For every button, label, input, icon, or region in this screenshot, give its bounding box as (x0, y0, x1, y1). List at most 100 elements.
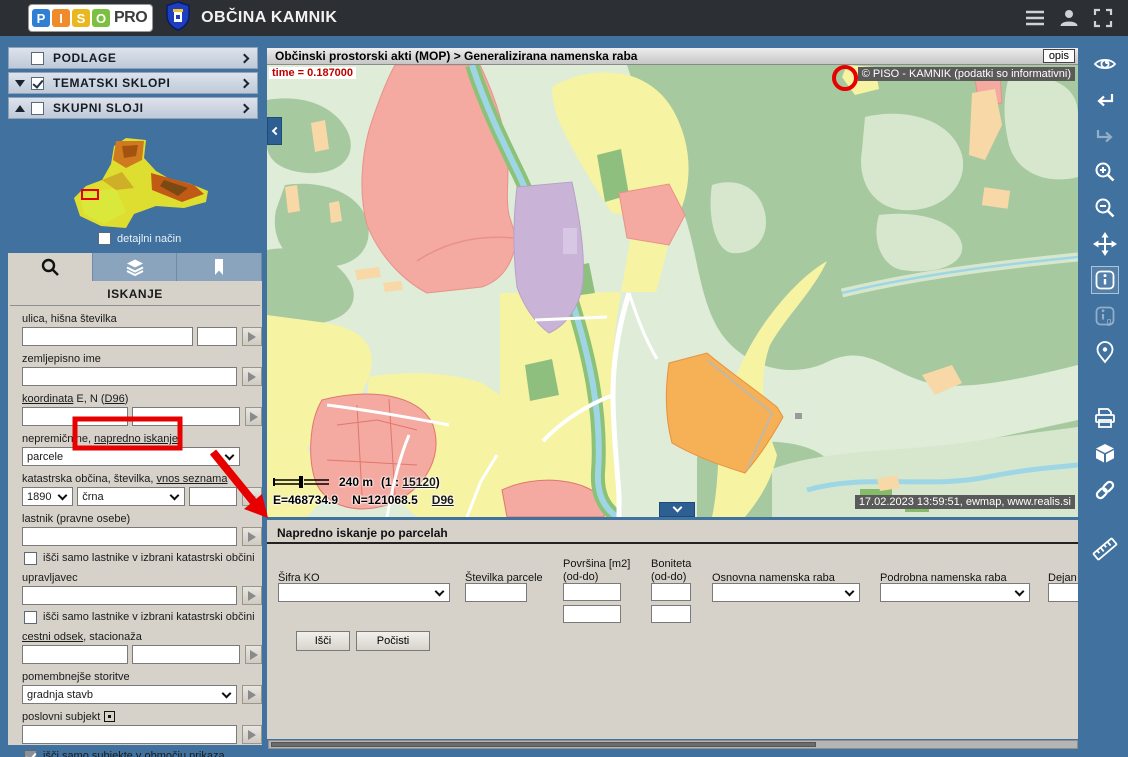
map-breadcrumb: Občinski prostorski akti (MOP) > General… (275, 49, 637, 63)
tab-layers[interactable] (93, 253, 178, 281)
logo-letter-s: S (72, 9, 90, 27)
go-button[interactable] (242, 586, 262, 605)
datum-link[interactable]: D96 (432, 493, 454, 507)
geoname-label: zemljepisno ime (22, 353, 262, 365)
clear-button[interactable]: Počisti (356, 631, 430, 651)
chevron-down-icon (1015, 586, 1025, 596)
map-timestamp: 17.02.2023 13:59:51, ewmap, www.realis.s… (855, 495, 1075, 509)
location-pin-icon[interactable] (1091, 338, 1119, 366)
municipality-title: OBČINA KAMNIK (201, 9, 337, 27)
address-input[interactable] (22, 327, 193, 346)
sidebar-collapse-button[interactable] (267, 117, 282, 145)
osnovna-raba-select[interactable] (712, 583, 860, 602)
scale-ratio-link[interactable]: 15120 (402, 475, 435, 489)
list-entry-link[interactable]: vnos seznama (157, 473, 228, 485)
user-icon[interactable] (1058, 7, 1080, 29)
owner-restrict-checkbox[interactable] (24, 552, 37, 565)
dejanska-raba-input[interactable] (1048, 583, 1078, 602)
cube-3d-icon[interactable] (1091, 440, 1119, 468)
tab-bookmarks[interactable] (177, 253, 262, 281)
go-button[interactable] (245, 645, 262, 664)
fullscreen-icon[interactable] (1092, 7, 1114, 29)
play-icon (250, 412, 258, 422)
map-canvas[interactable]: time = 0.187000 © PISO - KAMNIK (podatki… (267, 65, 1078, 517)
area-to-input[interactable] (563, 605, 621, 623)
sifra-ko-select[interactable] (278, 583, 450, 602)
house-number-input[interactable] (197, 327, 237, 346)
menu-icon[interactable] (1024, 7, 1046, 29)
zoom-out-icon[interactable] (1091, 194, 1119, 222)
layers-icon (124, 256, 146, 278)
zoom-in-icon[interactable] (1091, 158, 1119, 186)
go-button[interactable] (242, 685, 262, 704)
owner-input[interactable] (22, 527, 237, 546)
geoname-input[interactable] (22, 367, 237, 386)
coord-n-input[interactable] (132, 407, 240, 426)
logo-letter-p: P (32, 9, 50, 27)
area-range-label: (od-do) (563, 571, 598, 583)
d96-link[interactable]: D96 (105, 393, 125, 405)
go-button[interactable] (245, 407, 262, 426)
podlage-checkbox[interactable] (31, 52, 44, 65)
back-arrow-icon[interactable] (1091, 86, 1119, 114)
tematski-checkbox[interactable] (31, 77, 44, 90)
manager-restrict-checkbox[interactable] (24, 611, 37, 624)
map-copyright: © PISO - KAMNIK (podatki so informativni… (858, 67, 1075, 81)
business-input[interactable] (22, 725, 237, 744)
tab-search[interactable] (8, 253, 93, 281)
manager-input[interactable] (22, 586, 237, 605)
print-icon[interactable] (1091, 404, 1119, 432)
boniteta-to-input[interactable] (651, 605, 691, 623)
scrollbar-thumb[interactable] (271, 742, 816, 747)
owner-label: lastnik (pravne osebe) (22, 513, 262, 525)
sidebar-tabs (8, 253, 262, 281)
coordinate-link[interactable]: koordinata (22, 393, 73, 405)
go-button[interactable] (242, 527, 262, 546)
go-button[interactable] (242, 725, 262, 744)
boniteta-from-input[interactable] (651, 583, 691, 601)
parcel-number-input[interactable] (465, 583, 527, 602)
info-group-icon[interactable]: g (1091, 302, 1119, 330)
accordion-podlage[interactable]: PODLAGE (8, 47, 258, 69)
advanced-parcel-search-panel: Napredno iskanje po parcelah Šifra KO Št… (267, 520, 1078, 739)
services-select[interactable]: gradnja stavb (22, 685, 237, 704)
coord-e-input[interactable] (22, 407, 128, 426)
collapse-triangle-icon[interactable] (13, 80, 27, 87)
forward-arrow-icon[interactable] (1091, 122, 1119, 150)
eye-icon[interactable] (1091, 50, 1119, 78)
cadastral-name-select[interactable]: črna (77, 487, 185, 506)
panel-toggle-button[interactable] (659, 502, 695, 517)
play-icon (248, 332, 256, 342)
go-button[interactable] (242, 367, 262, 386)
horizontal-scrollbar[interactable] (268, 740, 1078, 749)
chevron-right-icon (240, 53, 250, 63)
go-button[interactable] (242, 327, 262, 346)
overview-minimap[interactable] (56, 136, 211, 237)
road-section-input[interactable] (22, 645, 128, 664)
search-icon (39, 256, 61, 278)
expand-triangle-icon[interactable] (13, 105, 27, 112)
area-from-input[interactable] (563, 583, 621, 601)
opis-button[interactable]: opis (1043, 49, 1075, 63)
scale-distance: 240 m (339, 475, 373, 489)
pan-icon[interactable] (1091, 230, 1119, 258)
search-panel: ISKANJE ulica, hišna številka zemljepisn… (8, 281, 262, 745)
accordion-skupni-sloji[interactable]: SKUPNI SLOJI (8, 97, 258, 119)
parcel-input[interactable] (189, 487, 237, 506)
advanced-search-link[interactable]: napredno iskanje (94, 433, 178, 445)
realestate-type-select[interactable]: parcele (22, 447, 240, 466)
skupni-checkbox[interactable] (31, 102, 44, 115)
ruler-icon[interactable] (1091, 534, 1119, 562)
detail-mode-checkbox[interactable] (98, 232, 111, 245)
go-button[interactable] (242, 487, 262, 506)
link-icon[interactable] (1091, 476, 1119, 504)
cadastral-code-select[interactable]: 1890 (22, 487, 73, 506)
accordion-tematski-sklopi[interactable]: TEMATSKI SKLOPI (8, 72, 258, 94)
info-icon[interactable] (1091, 266, 1119, 294)
podrobna-raba-select[interactable] (880, 583, 1030, 602)
business-area-checkbox[interactable] (24, 750, 37, 757)
piso-logo[interactable]: P I S O PRO (28, 4, 153, 32)
road-section-link[interactable]: cestni odsek (22, 631, 83, 643)
search-button[interactable]: Išči (296, 631, 350, 651)
station-input[interactable] (132, 645, 240, 664)
